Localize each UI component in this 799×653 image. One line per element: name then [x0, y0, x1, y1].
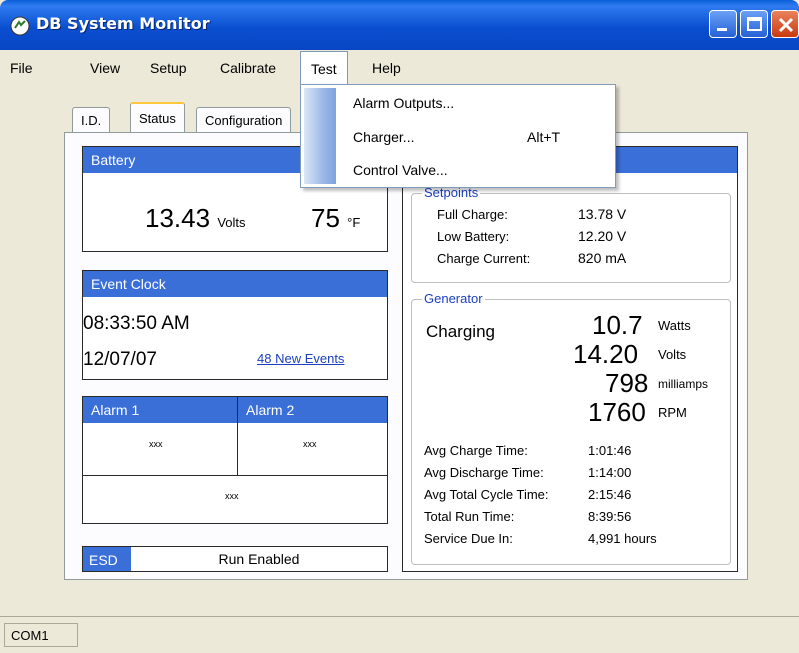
menu-view[interactable]: View: [80, 50, 130, 86]
close-icon: [778, 17, 794, 33]
tab-id[interactable]: I.D.: [72, 107, 111, 134]
esd-box: ESD Run Enabled: [82, 546, 388, 572]
battery-temp: 75 °F: [311, 203, 360, 234]
alarm-bottom-value: xxx: [225, 491, 239, 501]
menu-icon-strip: [304, 88, 336, 184]
generator-volts: 14.20: [573, 339, 639, 369]
event-clock-date: 12/07/07: [83, 349, 157, 370]
battery-volts-unit: Volts: [217, 215, 246, 230]
new-events-link[interactable]: 48 New Events: [257, 351, 344, 366]
stat-value: 8:39:56: [588, 509, 632, 524]
battery-temp-value: 75: [311, 203, 340, 233]
alarm-box: Alarm 1 Alarm 2 xxx xxx xxx: [82, 396, 388, 524]
esd-status: Run Enabled: [218, 551, 300, 567]
alarm-divider-horizontal: [83, 475, 387, 476]
battery-volts-value: 13.43: [145, 203, 211, 233]
generator-group: Generator Charging 10.7 Watts 14.20 Volt…: [411, 291, 731, 565]
generator-rpm-unit: RPM: [658, 405, 687, 420]
setpoint-name: Charge Current:: [437, 251, 531, 266]
minimize-button[interactable]: [709, 10, 737, 38]
menu-item-charger-shortcut: Alt+T: [527, 129, 561, 145]
stat-value: 2:15:46: [588, 487, 632, 502]
alarm1-header: Alarm 1: [83, 397, 245, 423]
setpoint-name: Low Battery:: [437, 229, 510, 244]
title-bar: DB System Monitor: [0, 0, 799, 50]
tab-configuration[interactable]: Configuration: [196, 107, 292, 134]
status-port: COM1: [4, 623, 78, 647]
menu-bar: File View Setup Calibrate Test Help: [0, 50, 799, 86]
generator-rpm: 1760: [588, 397, 646, 427]
app-icon: [10, 16, 30, 36]
menu-file[interactable]: File: [0, 50, 43, 86]
battery-volts: 13.43 Volts: [145, 203, 246, 234]
stat-name: Avg Charge Time:: [424, 443, 528, 458]
alarm-divider-vertical: [237, 397, 238, 475]
generator-current-unit: milliamps: [658, 377, 709, 391]
menu-item-control-valve[interactable]: Control Valve...: [353, 162, 448, 178]
stat-name: Service Due In:: [424, 531, 513, 546]
setpoint-value: 12.20 V: [578, 228, 627, 244]
setpoint-value: 820 mA: [578, 250, 627, 266]
generator-watts: 10.7: [592, 310, 643, 340]
event-clock-time: 08:33:50 AM: [83, 313, 190, 334]
generator-volts-unit: Volts: [658, 347, 687, 362]
alarm2-header: Alarm 2: [238, 397, 387, 423]
menu-help[interactable]: Help: [362, 50, 411, 86]
alarm2-value: xxx: [303, 439, 317, 449]
stat-value: 1:01:46: [588, 443, 632, 458]
close-button[interactable]: [771, 10, 799, 38]
menu-item-charger[interactable]: Charger...: [353, 129, 414, 145]
minimize-icon: [717, 28, 727, 31]
battery-temp-unit: °F: [347, 215, 361, 230]
event-clock-box: Event Clock 08:33:50 AM 12/07/07 48 New …: [82, 270, 388, 380]
maximize-icon: [747, 17, 762, 31]
menu-test[interactable]: Test: [300, 51, 348, 86]
stat-value: 1:14:00: [588, 465, 632, 480]
test-menu-dropdown: Alarm Outputs... Charger... Alt+T Contro…: [300, 84, 616, 188]
maximize-button[interactable]: [740, 10, 768, 38]
event-clock-header: Event Clock: [83, 271, 387, 297]
window-title: DB System Monitor: [36, 14, 210, 33]
generator-label: Generator: [422, 291, 485, 306]
generator-current: 798: [605, 368, 649, 398]
generator-watts-unit: Watts: [658, 318, 691, 333]
tab-status[interactable]: Status: [130, 102, 185, 136]
status-bar: COM1: [0, 616, 799, 653]
alarm1-value: xxx: [149, 439, 163, 449]
setpoint-name: Full Charge:: [437, 207, 508, 222]
charger-panel: Setpoints Full Charge: 13.78 V Low Batte…: [402, 146, 738, 572]
generator-state: Charging: [426, 322, 495, 341]
stat-name: Total Run Time:: [424, 509, 515, 524]
menu-calibrate[interactable]: Calibrate: [210, 50, 286, 86]
stat-name: Avg Discharge Time:: [424, 465, 544, 480]
stat-value: 4,991 hours: [588, 531, 657, 546]
stat-name: Avg Total Cycle Time:: [424, 487, 549, 502]
menu-item-alarm-outputs[interactable]: Alarm Outputs...: [353, 95, 454, 111]
menu-setup[interactable]: Setup: [140, 50, 197, 86]
setpoint-value: 13.78 V: [578, 206, 627, 222]
esd-label: ESD: [83, 547, 131, 571]
setpoints-group: Setpoints Full Charge: 13.78 V Low Batte…: [411, 185, 731, 283]
